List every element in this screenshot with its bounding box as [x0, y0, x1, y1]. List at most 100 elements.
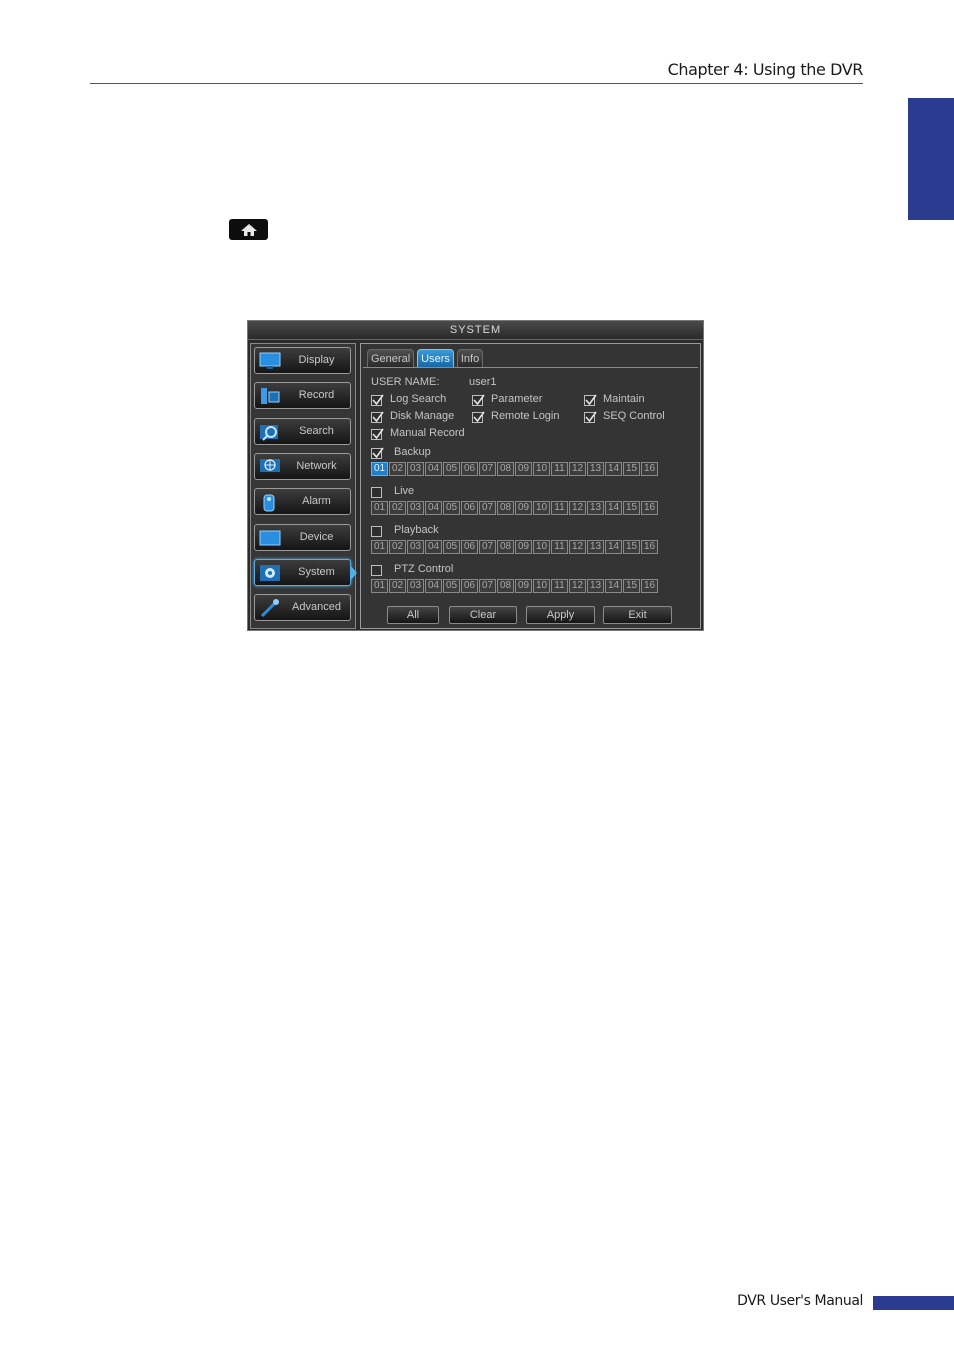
clear-button[interactable]: Clear [449, 606, 517, 624]
apply-button[interactable]: Apply [526, 606, 595, 624]
ptz-control-channel-03[interactable]: 03 [407, 579, 424, 593]
playback-channel-11[interactable]: 11 [551, 540, 568, 554]
checkbox-remote-login[interactable] [472, 411, 485, 423]
live-channel-15[interactable]: 15 [623, 501, 640, 515]
all-button[interactable]: All [387, 606, 439, 624]
backup-channel-10[interactable]: 10 [533, 462, 550, 476]
ptz-control-channel-08[interactable]: 08 [497, 579, 514, 593]
playback-channel-16[interactable]: 16 [641, 540, 658, 554]
gear-icon [260, 564, 280, 581]
tab-users[interactable]: Users [417, 349, 454, 367]
nav-advanced-button[interactable]: Advanced [254, 594, 351, 622]
playback-channel-09[interactable]: 09 [515, 540, 532, 554]
tab-info[interactable]: Info [456, 349, 484, 367]
live-channel-06[interactable]: 06 [461, 501, 478, 515]
playback-channel-14[interactable]: 14 [605, 540, 622, 554]
checkbox-disk-manage[interactable] [371, 411, 384, 423]
live-channel-13[interactable]: 13 [587, 501, 604, 515]
live-channel-03[interactable]: 03 [407, 501, 424, 515]
magnifier-icon [260, 424, 278, 441]
backup-channel-08[interactable]: 08 [497, 462, 514, 476]
live-channel-09[interactable]: 09 [515, 501, 532, 515]
playback-channel-03[interactable]: 03 [407, 540, 424, 554]
ptz-control-channel-15[interactable]: 15 [623, 579, 640, 593]
ptz-control-channel-02[interactable]: 02 [389, 579, 406, 593]
checkbox-live[interactable] [371, 487, 382, 498]
ptz-control-channel-10[interactable]: 10 [533, 579, 550, 593]
backup-channel-14[interactable]: 14 [605, 462, 622, 476]
live-channel-04[interactable]: 04 [425, 501, 442, 515]
nav-network-button[interactable]: Network [254, 452, 351, 480]
backup-channel-12[interactable]: 12 [569, 462, 586, 476]
label-log-search: Log Search [390, 393, 447, 405]
live-channel-02[interactable]: 02 [389, 501, 406, 515]
ptz-control-channel-09[interactable]: 09 [515, 579, 532, 593]
playback-channel-12[interactable]: 12 [569, 540, 586, 554]
ptz-control-channel-16[interactable]: 16 [641, 579, 658, 593]
backup-channel-06[interactable]: 06 [461, 462, 478, 476]
backup-channel-16[interactable]: 16 [641, 462, 658, 476]
playback-channel-02[interactable]: 02 [389, 540, 406, 554]
ptz-control-channel-04[interactable]: 04 [425, 579, 442, 593]
backup-channel-05[interactable]: 05 [443, 462, 460, 476]
playback-channel-07[interactable]: 07 [479, 540, 496, 554]
ptz-control-channel-12[interactable]: 12 [569, 579, 586, 593]
dvr-system-window: SYSTEM Display Record Search Network Alarm De… [247, 320, 704, 631]
ptz-control-channel-13[interactable]: 13 [587, 579, 604, 593]
backup-channel-03[interactable]: 03 [407, 462, 424, 476]
backup-channel-11[interactable]: 11 [551, 462, 568, 476]
live-channel-05[interactable]: 05 [443, 501, 460, 515]
live-channel-12[interactable]: 12 [569, 501, 586, 515]
nav-search-button[interactable]: Search [254, 417, 351, 445]
ptz-control-channel-05[interactable]: 05 [443, 579, 460, 593]
ptz-control-channel-07[interactable]: 07 [479, 579, 496, 593]
backup-channel-01[interactable]: 01 [371, 462, 388, 476]
playback-channel-01[interactable]: 01 [371, 540, 388, 554]
tab-bar: General Users Info [367, 349, 484, 367]
label-live: Live [394, 485, 415, 497]
ptz-control-channel-01[interactable]: 01 [371, 579, 388, 593]
backup-channel-04[interactable]: 04 [425, 462, 442, 476]
backup-channel-13[interactable]: 13 [587, 462, 604, 476]
nav-system-button[interactable]: System [254, 558, 357, 586]
backup-channel-15[interactable]: 15 [623, 462, 640, 476]
nav-alarm-button[interactable]: Alarm [254, 488, 351, 516]
checkbox-parameter[interactable] [472, 394, 485, 406]
live-channel-07[interactable]: 07 [479, 501, 496, 515]
live-channel-11[interactable]: 11 [551, 501, 568, 515]
live-channel-01[interactable]: 01 [371, 501, 388, 515]
ptz-control-channel-06[interactable]: 06 [461, 579, 478, 593]
chapter-side-tab [908, 98, 954, 220]
checkbox-playback[interactable] [371, 526, 382, 537]
playback-channel-05[interactable]: 05 [443, 540, 460, 554]
checkbox-ptz-control[interactable] [371, 565, 382, 576]
live-channel-16[interactable]: 16 [641, 501, 658, 515]
playback-channel-08[interactable]: 08 [497, 540, 514, 554]
monitor-icon [259, 352, 281, 369]
checkbox-seq-control[interactable] [584, 411, 597, 423]
live-channel-10[interactable]: 10 [533, 501, 550, 515]
nav-record-button[interactable]: Record [254, 382, 351, 410]
live-channel-08[interactable]: 08 [497, 501, 514, 515]
playback-channel-15[interactable]: 15 [623, 540, 640, 554]
checkbox-maintain[interactable] [584, 394, 597, 406]
dvr-nav-menu: Display Record Search Network Alarm Device Sys… [250, 343, 357, 629]
checkbox-backup[interactable] [371, 447, 384, 459]
playback-channel-06[interactable]: 06 [461, 540, 478, 554]
backup-channel-09[interactable]: 09 [515, 462, 532, 476]
nav-display-button[interactable]: Display [254, 347, 351, 374]
ptz-control-channel-11[interactable]: 11 [551, 579, 568, 593]
playback-channel-04[interactable]: 04 [425, 540, 442, 554]
backup-channel-07[interactable]: 07 [479, 462, 496, 476]
exit-button[interactable]: Exit [603, 606, 672, 624]
nav-device-button[interactable]: Device [254, 523, 351, 551]
tab-divider [363, 367, 698, 368]
ptz-control-channel-14[interactable]: 14 [605, 579, 622, 593]
backup-channel-02[interactable]: 02 [389, 462, 406, 476]
checkbox-manual-record[interactable] [371, 428, 384, 440]
playback-channel-10[interactable]: 10 [533, 540, 550, 554]
checkbox-log-search[interactable] [371, 394, 384, 406]
live-channel-14[interactable]: 14 [605, 501, 622, 515]
playback-channel-13[interactable]: 13 [587, 540, 604, 554]
tab-general[interactable]: General [367, 349, 415, 367]
